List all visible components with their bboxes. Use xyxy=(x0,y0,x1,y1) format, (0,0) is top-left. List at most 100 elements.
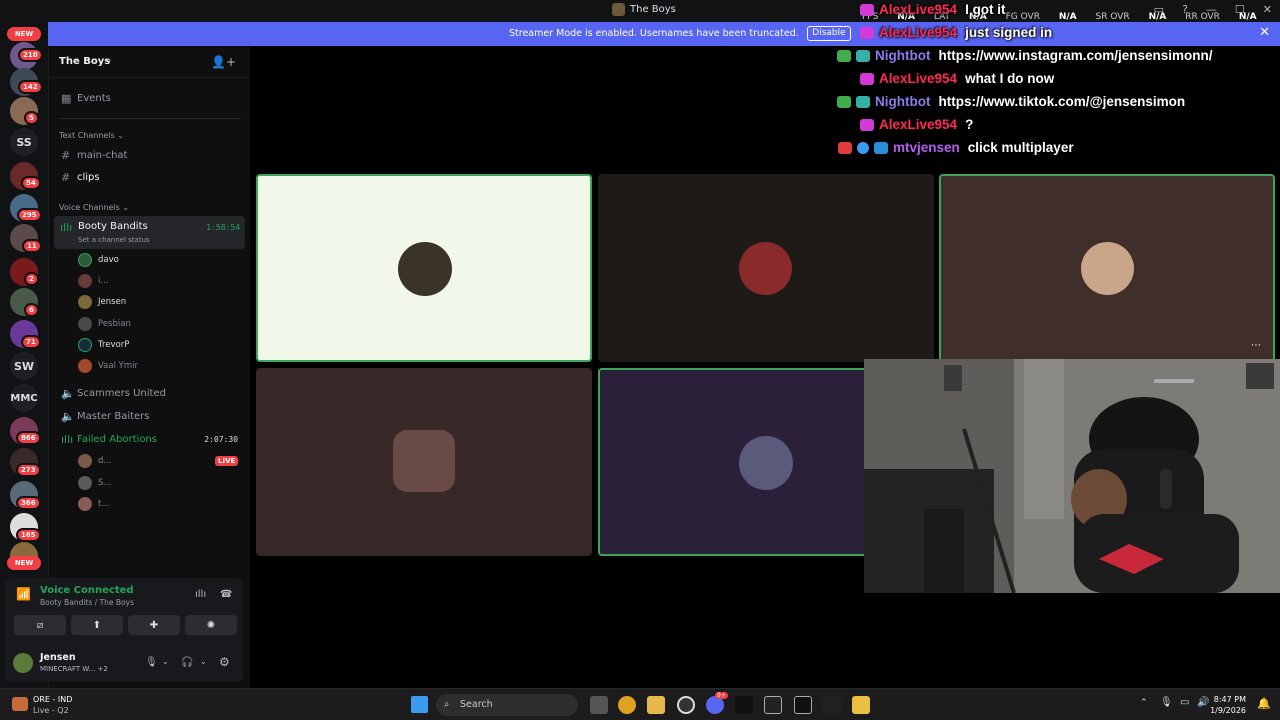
unread-badge: 6 xyxy=(24,303,39,317)
unread-badge: 210 xyxy=(18,48,43,62)
voice-channel-booty-bandits[interactable]: ıllı Booty Bandits 1:58:54 Set a channel… xyxy=(54,216,245,249)
voice-connected-title[interactable]: Voice Connected xyxy=(40,585,134,596)
chevron-down-icon[interactable]: ⌄ xyxy=(200,657,207,666)
search-icon: ⌕ xyxy=(444,699,450,710)
task-view-icon[interactable] xyxy=(590,696,608,714)
stat-sr: SR OVR N/A xyxy=(1095,12,1167,22)
speaker-icon: 🔈 xyxy=(61,409,75,423)
voice-member[interactable]: i... xyxy=(78,272,108,290)
capcut-icon[interactable] xyxy=(764,696,782,714)
notifications-icon[interactable]: 🔔 xyxy=(1257,697,1271,710)
unread-badge: 2 xyxy=(24,272,39,286)
voice-channel-scammers-united[interactable]: 🔈 Scammers United xyxy=(55,383,245,403)
chat-message: AlexLive954 I got it xyxy=(860,2,1006,17)
participant-avatar xyxy=(739,436,793,490)
taskbar-search[interactable]: ⌕ Search xyxy=(436,694,578,716)
speaker-icon: 🔈 xyxy=(61,386,75,400)
system-clock[interactable]: 8:47 PM 1/9/2026 xyxy=(1210,694,1246,716)
disable-button[interactable]: Disable xyxy=(807,26,851,41)
robot-icon xyxy=(856,49,870,62)
voice-member[interactable]: TrevorP xyxy=(78,336,129,354)
x-app-icon[interactable] xyxy=(794,696,812,714)
network-icon[interactable]: ▭ xyxy=(1180,697,1189,708)
chrome-icon[interactable] xyxy=(618,696,636,714)
invite-member-icon[interactable]: 👤+ xyxy=(211,55,236,69)
avatar xyxy=(78,253,92,267)
chat-message: Nightbot https://www.tiktok.com/@jensensi… xyxy=(837,94,1185,109)
channel-clips[interactable]: # clips xyxy=(55,167,245,187)
voice-member[interactable]: t... xyxy=(78,495,109,513)
hash-icon: # xyxy=(61,148,71,162)
channel-timer: 2:07:30 xyxy=(204,434,238,444)
server-mmc[interactable]: MMC xyxy=(10,384,38,412)
participant-avatar xyxy=(393,430,455,492)
voice-member[interactable]: S... xyxy=(78,474,112,492)
channel-status[interactable]: Set a channel status xyxy=(78,236,150,244)
unread-badge: 366 xyxy=(16,496,41,510)
events-item[interactable]: ▦ Events xyxy=(55,88,245,108)
noise-suppression-icon[interactable]: ıllı xyxy=(195,589,206,600)
server-sw[interactable]: SW xyxy=(10,352,38,380)
close-banner-icon[interactable]: ✕ xyxy=(1259,25,1270,40)
app-icon[interactable] xyxy=(852,696,870,714)
video-tile[interactable]: ⋯ xyxy=(939,174,1275,362)
participant-avatar xyxy=(1081,242,1134,295)
chat-message: AlexLive954? xyxy=(860,117,973,132)
settings-gear-icon[interactable]: ⚙ xyxy=(219,655,230,669)
voice-member[interactable]: Pesbian xyxy=(78,315,131,333)
voice-member[interactable]: davo xyxy=(78,251,119,269)
unread-badge: 273 xyxy=(16,463,41,477)
unread-badge: 54 xyxy=(21,176,41,190)
voice-channel-failed-abortions[interactable]: ıllı Failed Abortions 2:07:30 xyxy=(55,429,245,449)
file-explorer-icon[interactable] xyxy=(647,696,665,714)
disconnect-icon[interactable]: ☎ xyxy=(220,589,232,600)
channel-main-chat[interactable]: # main-chat xyxy=(55,145,245,165)
server-ss[interactable]: SS xyxy=(10,128,38,156)
windows-start-icon[interactable] xyxy=(411,696,428,713)
obs-icon[interactable] xyxy=(677,696,695,714)
badge-icon xyxy=(860,118,874,131)
guild-name[interactable]: The Boys xyxy=(59,56,110,67)
signal-icon[interactable]: 📶 xyxy=(16,587,31,601)
video-tile[interactable] xyxy=(256,174,592,362)
activities-icon: ✚ xyxy=(149,619,159,631)
video-tile[interactable] xyxy=(598,174,934,362)
user-avatar[interactable] xyxy=(13,653,33,673)
microphone-icon[interactable]: 🎙 xyxy=(1160,697,1173,708)
microphone-icon[interactable]: 🎙 xyxy=(145,657,158,668)
chat-message: AlexLive954 what I do now xyxy=(860,71,1054,86)
screen-share-button[interactable]: ⬆ xyxy=(71,615,123,635)
crown-icon xyxy=(874,141,888,154)
hash-icon: # xyxy=(61,170,71,184)
window-title-text: The Boys xyxy=(630,4,676,15)
new-pill-top[interactable]: NEW xyxy=(7,27,41,41)
more-options-icon[interactable]: ⋯ xyxy=(1251,340,1261,351)
avatar xyxy=(78,454,92,468)
voice-channels-category[interactable]: Voice Channels ⌄ xyxy=(59,203,129,212)
chevron-down-icon[interactable]: ⌄ xyxy=(162,657,169,666)
soundboard-icon: ✺ xyxy=(206,619,216,631)
new-pill-bottom[interactable]: NEW xyxy=(7,556,41,570)
headphones-icon[interactable]: 🎧 xyxy=(181,657,193,668)
user-name[interactable]: Jensen xyxy=(40,652,76,663)
guild-header[interactable]: The Boys ⌄ 👤+ xyxy=(49,46,250,78)
voice-member[interactable]: d... xyxy=(78,452,112,470)
unread-badge: 165 xyxy=(16,528,41,542)
soundboard-button[interactable]: ✺ xyxy=(185,615,237,635)
tiktok-icon[interactable] xyxy=(735,696,753,714)
volume-icon[interactable]: 🔊 xyxy=(1197,697,1209,708)
voice-connected-subtitle[interactable]: Booty Bandits / The Boys xyxy=(40,598,134,607)
unread-badge: 295 xyxy=(17,208,42,222)
weather-widget[interactable]: ORE - IND Live - Q2 xyxy=(33,694,72,716)
voice-member[interactable]: Jensen xyxy=(78,293,126,311)
video-tile[interactable] xyxy=(256,368,592,556)
voice-member[interactable]: Vaal Ymir xyxy=(78,357,138,375)
screen-share-icon: ⬆ xyxy=(92,619,102,631)
weather-icon[interactable] xyxy=(12,697,28,711)
app-icon[interactable] xyxy=(823,696,841,714)
camera-off-button[interactable]: ⧄ xyxy=(14,615,66,635)
text-channels-category[interactable]: Text Channels ⌄ xyxy=(59,131,124,140)
chevron-up-icon[interactable]: ⌃ xyxy=(1140,698,1148,708)
activities-button[interactable]: ✚ xyxy=(128,615,180,635)
voice-channel-master-baiters[interactable]: 🔈 Master Baiters xyxy=(55,406,245,426)
